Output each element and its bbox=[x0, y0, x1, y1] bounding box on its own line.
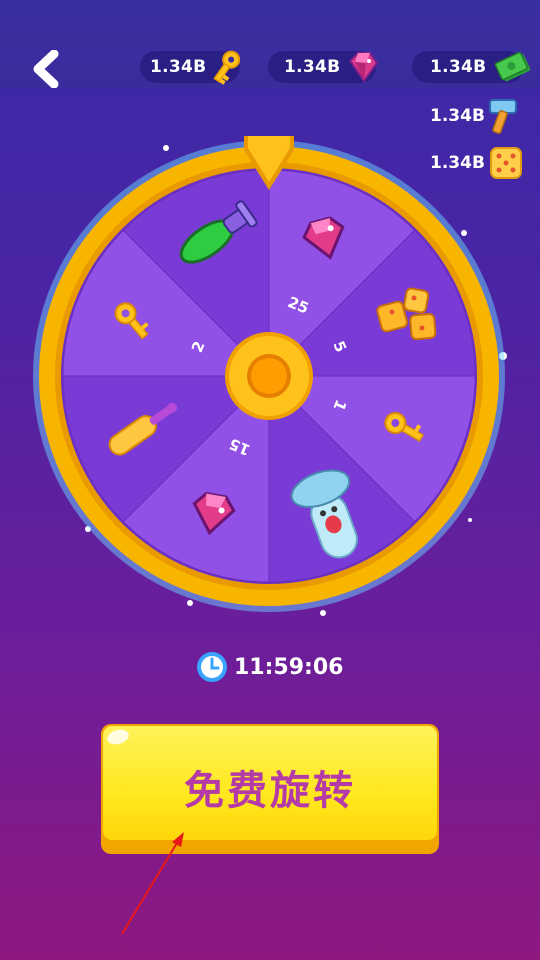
spin-timer: 11:59:06 bbox=[196, 648, 343, 686]
clock-icon bbox=[197, 652, 227, 682]
free-spin-button[interactable]: 免费旋转 bbox=[101, 724, 439, 854]
prize-wheel[interactable]: 2551152 bbox=[0, 0, 540, 640]
timer-value: 11:59:06 bbox=[234, 654, 344, 680]
free-spin-label: 免费旋转 bbox=[184, 768, 356, 814]
